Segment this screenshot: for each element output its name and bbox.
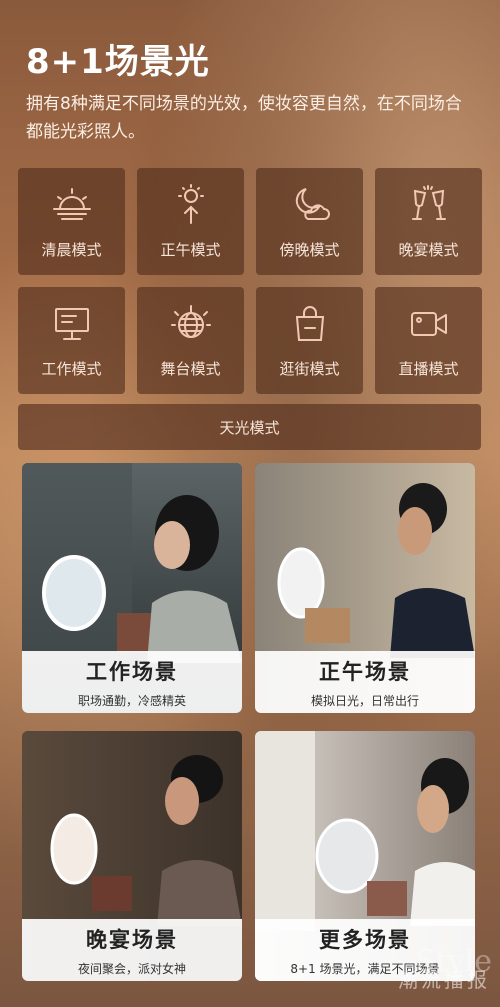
mode-live[interactable]: 直播模式 xyxy=(375,287,482,394)
scene-title: 更多场景 xyxy=(319,927,411,952)
mode-noon[interactable]: 正午模式 xyxy=(137,168,244,275)
moon-cloud-icon xyxy=(295,188,330,220)
mode-work[interactable]: 工作模式 xyxy=(18,287,125,394)
monitor-icon xyxy=(54,308,89,340)
scene-caption: 晚宴场景 夜间聚会，派对女神 xyxy=(22,919,242,981)
mode-label: 正午模式 xyxy=(160,241,221,259)
mode-label: 清晨模式 xyxy=(41,241,102,259)
watermark-text: 潮流播报 xyxy=(398,968,490,992)
mode-label: 晚宴模式 xyxy=(398,241,459,259)
mode-stage[interactable]: 舞台模式 xyxy=(137,287,244,394)
page-title: 8+1场景光 xyxy=(26,42,210,82)
video-camera-icon xyxy=(410,312,447,336)
scene-title: 正午场景 xyxy=(319,659,411,684)
shopping-bag-icon xyxy=(295,306,324,341)
scene-subtitle: 职场通勤，冷感精英 xyxy=(77,693,186,708)
mode-shopping[interactable]: 逛街模式 xyxy=(256,287,363,394)
scene-caption: 正午场景 模拟日光，日常出行 xyxy=(255,651,475,713)
scene-card-banquet[interactable]: 晚宴场景 夜间聚会，派对女神 xyxy=(22,731,242,981)
light-mode-grid: 清晨模式 正午模式 傍晚模式 晚宴模式 工作模式 舞台模式 逛街模式 直播模式 xyxy=(18,168,482,394)
mode-label: 傍晚模式 xyxy=(279,241,340,259)
mode-morning[interactable]: 清晨模式 xyxy=(18,168,125,275)
mode-label: 天光模式 xyxy=(219,418,280,437)
scene-title: 工作场景 xyxy=(86,659,178,684)
mode-label: 工作模式 xyxy=(41,360,102,378)
mode-evening[interactable]: 傍晚模式 xyxy=(256,168,363,275)
scene-title: 晚宴场景 xyxy=(86,927,178,952)
sun-up-icon xyxy=(177,184,204,224)
scene-card-noon[interactable]: 正午场景 模拟日光，日常出行 xyxy=(255,463,475,713)
sunrise-icon xyxy=(52,188,91,220)
scene-caption: 工作场景 职场通勤，冷感精英 xyxy=(22,651,242,713)
scene-card-work[interactable]: 工作场景 职场通勤，冷感精英 xyxy=(22,463,242,713)
page-description: 拥有8种满足不同场景的光效，使妆容更自然，在不同场合都能光彩照人。 xyxy=(26,94,462,142)
scene-subtitle: 模拟日光，日常出行 xyxy=(310,693,419,708)
mode-skylight[interactable]: 天光模式 xyxy=(18,404,481,450)
scene-subtitle: 夜间聚会，派对女神 xyxy=(77,961,186,976)
champagne-icon xyxy=(411,185,446,220)
mode-label: 舞台模式 xyxy=(160,360,221,378)
disco-ball-icon xyxy=(170,305,211,338)
mode-label: 逛街模式 xyxy=(279,360,340,378)
mode-label: 直播模式 xyxy=(398,360,459,378)
mode-banquet[interactable]: 晚宴模式 xyxy=(375,168,482,275)
